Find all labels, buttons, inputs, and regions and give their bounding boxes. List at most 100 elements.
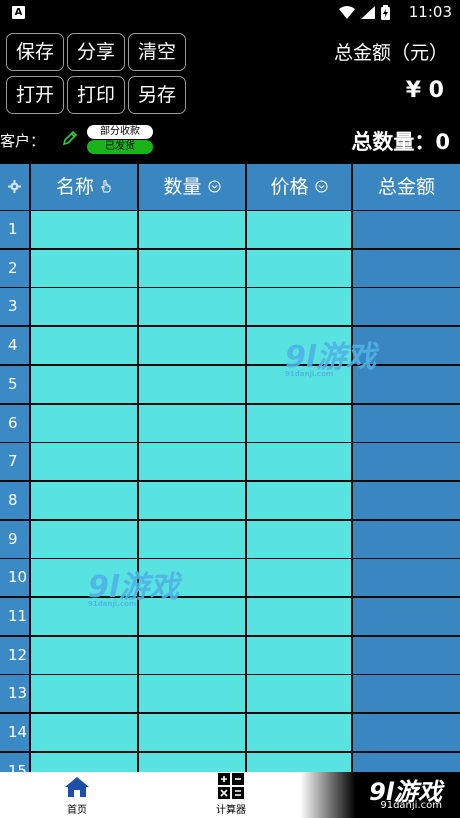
qty-cell[interactable] (139, 288, 245, 326)
header-price[interactable]: 价格 (247, 164, 351, 210)
total-cell[interactable] (353, 675, 460, 713)
price-cell[interactable] (247, 752, 351, 772)
price-cell[interactable] (247, 211, 351, 248)
table-header: 名称 数量 价格 总金额 (0, 164, 460, 210)
price-cell[interactable] (247, 675, 351, 713)
corner-watermark-domain: 91danji.com (380, 800, 442, 811)
qty-cell[interactable] (139, 211, 245, 248)
row-number: 6 (0, 404, 29, 442)
table-row: 3 (0, 288, 460, 326)
qty-cell[interactable] (139, 481, 245, 519)
qty-cell[interactable] (139, 443, 245, 481)
chevron-down-icon (315, 180, 328, 193)
header-name[interactable]: 名称 (31, 164, 137, 210)
save-button[interactable]: 保存 (6, 33, 64, 71)
total-cell[interactable] (353, 636, 460, 674)
row-number: 5 (0, 365, 29, 403)
header-qty-label: 数量 (163, 176, 202, 198)
name-cell[interactable] (31, 714, 137, 752)
open-button[interactable]: 打开 (6, 76, 64, 114)
total-cell[interactable] (353, 404, 460, 442)
name-cell[interactable] (31, 520, 137, 558)
qty-cell[interactable] (139, 675, 245, 713)
name-cell[interactable] (31, 752, 137, 772)
nav-calculator[interactable]: 计算器 (194, 772, 268, 818)
name-cell[interactable] (31, 288, 137, 326)
share-button[interactable]: 分享 (67, 33, 125, 71)
row-number: 4 (0, 327, 29, 365)
edit-customer-icon[interactable] (62, 130, 78, 146)
battery-icon (381, 5, 390, 20)
name-cell[interactable] (31, 327, 137, 365)
qty-cell[interactable] (139, 520, 245, 558)
name-cell[interactable] (31, 481, 137, 519)
table-row: 8 (0, 481, 460, 520)
total-cell[interactable] (353, 481, 460, 519)
price-cell[interactable] (247, 404, 351, 442)
row-number: 8 (0, 481, 29, 519)
table-row: 13 (0, 675, 460, 713)
header-qty[interactable]: 数量 (139, 164, 245, 210)
total-cell[interactable] (353, 443, 460, 481)
qty-cell[interactable] (139, 404, 245, 442)
row-number: 10 (0, 559, 29, 597)
watermark: 9l游戏 91danji.com (285, 332, 376, 378)
gear-icon[interactable] (8, 180, 21, 193)
total-amount-label: 总金额（元） (333, 42, 448, 64)
price-cell[interactable] (247, 443, 351, 481)
total-cell[interactable] (353, 520, 460, 558)
app-notification-icon: A (12, 6, 25, 19)
qty-cell[interactable] (139, 365, 245, 403)
qty-cell[interactable] (139, 249, 245, 287)
name-cell[interactable] (31, 211, 137, 248)
table-row: 9 (0, 520, 460, 559)
price-cell[interactable] (247, 288, 351, 326)
table-row: 12 (0, 636, 460, 675)
price-cell[interactable] (247, 249, 351, 287)
clear-button[interactable]: 清空 (128, 33, 186, 71)
total-cell[interactable] (353, 211, 460, 248)
name-cell[interactable] (31, 636, 137, 674)
header-price-label: 价格 (270, 176, 309, 198)
order-table: 名称 数量 价格 总金额 1 2 3 4 5 6 7 8 9 10 11 12 13 14 15 9l游戏 … (0, 164, 460, 772)
price-cell[interactable] (247, 559, 351, 597)
name-cell[interactable] (31, 404, 137, 442)
name-cell[interactable] (31, 365, 137, 403)
total-cell[interactable] (353, 559, 460, 597)
nav-home[interactable]: 首页 (40, 772, 114, 818)
qty-cell[interactable] (139, 752, 245, 772)
status-bar: A 11:03 (0, 0, 460, 26)
row-number: 15 (0, 752, 29, 772)
table-row: 7 (0, 443, 460, 481)
price-cell[interactable] (247, 598, 351, 635)
qty-cell[interactable] (139, 636, 245, 674)
total-cell[interactable] (353, 598, 460, 635)
qty-cell[interactable] (139, 714, 245, 752)
shipped-badge[interactable]: 已发货 (87, 140, 153, 154)
row-number: 2 (0, 249, 29, 287)
total-cell[interactable] (353, 288, 460, 326)
header-name-label: 名称 (55, 176, 94, 198)
name-cell[interactable] (31, 443, 137, 481)
print-button[interactable]: 打印 (67, 76, 125, 114)
row-number: 1 (0, 211, 29, 248)
table-settings[interactable] (0, 164, 29, 210)
total-cell[interactable] (353, 249, 460, 287)
price-cell[interactable] (247, 481, 351, 519)
price-cell[interactable] (247, 520, 351, 558)
total-cell[interactable] (353, 714, 460, 752)
total-quantity: 总数量：0 (351, 130, 450, 154)
bottom-navigation: 首页 计算器 9l游戏 91danji.com (0, 772, 460, 818)
price-cell[interactable] (247, 714, 351, 752)
total-cell[interactable] (353, 752, 460, 772)
calculator-icon (218, 773, 244, 799)
partial-payment-badge[interactable]: 部分收款 (87, 125, 153, 139)
save-as-button[interactable]: 另存 (128, 76, 186, 114)
name-cell[interactable] (31, 675, 137, 713)
nav-home-label: 首页 (67, 805, 87, 816)
watermark: 9l游戏 91danji.com (88, 562, 179, 608)
qty-cell[interactable] (139, 327, 245, 365)
price-cell[interactable] (247, 636, 351, 674)
name-cell[interactable] (31, 249, 137, 287)
table-row: 2 (0, 249, 460, 288)
